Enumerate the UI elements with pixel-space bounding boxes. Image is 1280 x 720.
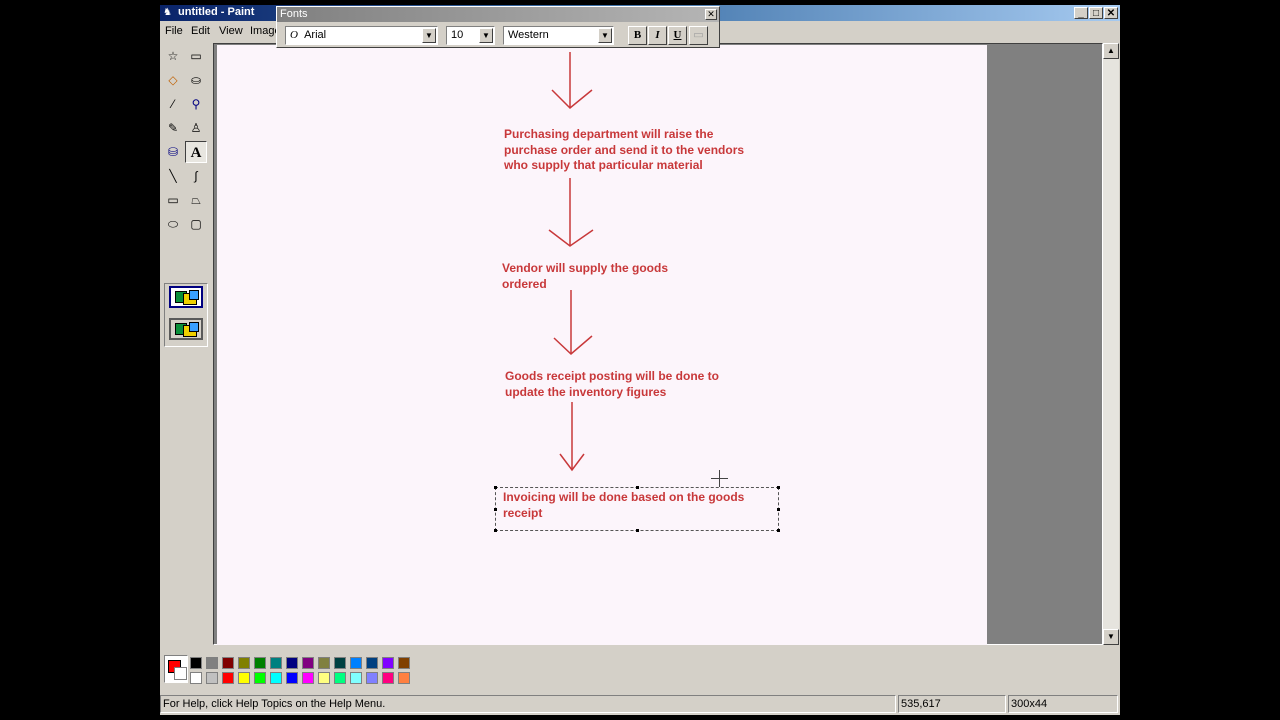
palette-swatch[interactable] — [350, 672, 362, 684]
menu-file[interactable]: File — [165, 25, 183, 37]
palette-swatch[interactable] — [238, 657, 250, 669]
palette-swatch[interactable] — [286, 672, 298, 684]
transparent-background-option[interactable] — [169, 318, 203, 340]
palette-swatch[interactable] — [334, 657, 346, 669]
maximize-button[interactable]: □ — [1089, 7, 1103, 19]
palette-swatch[interactable] — [254, 672, 266, 684]
palette-swatch[interactable] — [286, 657, 298, 669]
magnifier-icon[interactable]: ⚲ — [185, 93, 207, 115]
text-options-box — [164, 283, 208, 347]
palette-swatch[interactable] — [206, 657, 218, 669]
font-name-text: Arial — [304, 29, 327, 41]
italic-button[interactable]: I — [648, 26, 667, 45]
rounded-rectangle-icon[interactable]: ▢ — [185, 213, 207, 235]
fonts-title: Fonts — [280, 8, 308, 20]
palette-swatch[interactable] — [302, 657, 314, 669]
arrow-down-1 — [551, 52, 593, 110]
current-colors — [164, 655, 188, 683]
underline-button[interactable]: U — [668, 26, 687, 45]
opaque-background-option[interactable] — [169, 286, 203, 308]
ellipse-icon[interactable]: ⬭ — [162, 213, 184, 235]
palette-swatch[interactable] — [318, 672, 330, 684]
opentype-icon: O — [290, 29, 298, 41]
scroll-down-button[interactable]: ▼ — [1103, 629, 1119, 645]
polygon-icon[interactable]: ⏢ — [185, 189, 207, 211]
paint-window: ♞ untitled - Paint _ □ ✕ File Edit View … — [160, 5, 1120, 715]
palette-swatch[interactable] — [206, 672, 218, 684]
palette-swatch[interactable] — [366, 657, 378, 669]
pencil-icon[interactable]: ✎ — [162, 117, 184, 139]
window-title: untitled - Paint — [178, 6, 255, 18]
flow-step-invoicing[interactable]: Invoicing will be done based on the good… — [503, 490, 744, 521]
palette-swatch[interactable] — [190, 672, 202, 684]
palette-swatch[interactable] — [254, 657, 266, 669]
flow-step-vendor: Vendor will supply the goods ordered — [502, 261, 669, 291]
brush-icon[interactable]: ♙ — [185, 117, 207, 139]
minimize-button[interactable]: _ — [1074, 7, 1088, 19]
tool-box: ☆ ▭ ◇ ⛀ ⁄ ⚲ ✎ ♙ ⛁ A ╲ ∫ ▭ ⏢ ⬭ ▢ — [160, 43, 213, 647]
vertical-scrollbar[interactable]: ▲ ▼ — [1103, 43, 1119, 645]
font-size-select[interactable]: 10 ▼ — [446, 26, 495, 45]
palette-swatch[interactable] — [382, 657, 394, 669]
arrow-down-2 — [548, 178, 594, 247]
text-tool-icon[interactable]: A — [185, 141, 207, 163]
palette-swatch[interactable] — [190, 657, 202, 669]
palette-swatch[interactable] — [366, 672, 378, 684]
status-help-text: For Help, click Help Topics on the Help … — [160, 695, 896, 713]
font-script-select[interactable]: Western ▼ — [503, 26, 614, 45]
fonts-toolbar: Fonts ✕ O Arial ▼ 10 ▼ Western ▼ B I U ▭ — [276, 6, 720, 48]
scroll-up-button[interactable]: ▲ — [1103, 43, 1119, 59]
vertical-text-button[interactable]: ▭ — [689, 26, 708, 45]
palette-swatch[interactable] — [270, 657, 282, 669]
font-name-select[interactable]: O Arial ▼ — [285, 26, 438, 45]
curve-icon[interactable]: ∫ — [185, 165, 207, 187]
line-icon[interactable]: ╲ — [162, 165, 184, 187]
flow-step-purchasing: Purchasing department will raise the pur… — [504, 127, 745, 172]
palette-swatch[interactable] — [302, 672, 314, 684]
palette-swatch[interactable] — [222, 672, 234, 684]
arrow-down-4 — [559, 402, 585, 472]
close-button[interactable]: ✕ — [1104, 7, 1118, 19]
status-coordinates: 535,617 — [898, 695, 1006, 713]
rectangle-icon[interactable]: ▭ — [162, 189, 184, 211]
menu-view[interactable]: View — [219, 25, 243, 37]
palette-swatch[interactable] — [238, 672, 250, 684]
palette-swatch[interactable] — [398, 657, 410, 669]
palette-swatch[interactable] — [398, 672, 410, 684]
select-icon[interactable]: ▭ — [185, 45, 207, 67]
fonts-close-button[interactable]: ✕ — [705, 9, 717, 20]
color-palette — [160, 650, 1120, 690]
palette-swatch[interactable] — [334, 672, 346, 684]
font-size-value: 10 — [451, 29, 464, 41]
free-form-select-icon[interactable]: ☆ — [162, 45, 184, 67]
pick-color-icon[interactable]: ⁄ — [162, 93, 184, 115]
bold-button[interactable]: B — [628, 26, 647, 45]
fill-with-color-icon[interactable]: ⛀ — [185, 69, 207, 91]
font-script-value: Western — [508, 29, 549, 41]
arrow-down-3 — [553, 290, 593, 356]
menu-edit[interactable]: Edit — [191, 25, 210, 37]
palette-swatch[interactable] — [270, 672, 282, 684]
font-size-dropdown-icon[interactable]: ▼ — [479, 28, 493, 43]
airbrush-icon[interactable]: ⛁ — [162, 141, 184, 163]
status-bar: For Help, click Help Topics on the Help … — [160, 693, 1120, 715]
palette-swatch[interactable] — [382, 672, 394, 684]
palette-swatch[interactable] — [318, 657, 330, 669]
text-edit-box[interactable]: Invoicing will be done based on the good… — [494, 486, 780, 532]
crosshair-cursor-icon — [711, 470, 728, 487]
status-selection-size: 300x44 — [1008, 695, 1118, 713]
palette-swatch[interactable] — [350, 657, 362, 669]
flow-step-goods-receipt: Goods receipt posting will be done to up… — [505, 369, 720, 399]
palette-swatch[interactable] — [222, 657, 234, 669]
background-color — [174, 667, 187, 680]
font-script-dropdown-icon[interactable]: ▼ — [598, 28, 612, 43]
font-name-dropdown-icon[interactable]: ▼ — [422, 28, 436, 43]
fonts-toolbar-title[interactable]: Fonts ✕ — [277, 7, 719, 22]
font-name-value: O Arial — [290, 27, 326, 44]
eraser-icon[interactable]: ◇ — [162, 69, 184, 91]
paint-app-icon: ♞ — [163, 7, 172, 18]
